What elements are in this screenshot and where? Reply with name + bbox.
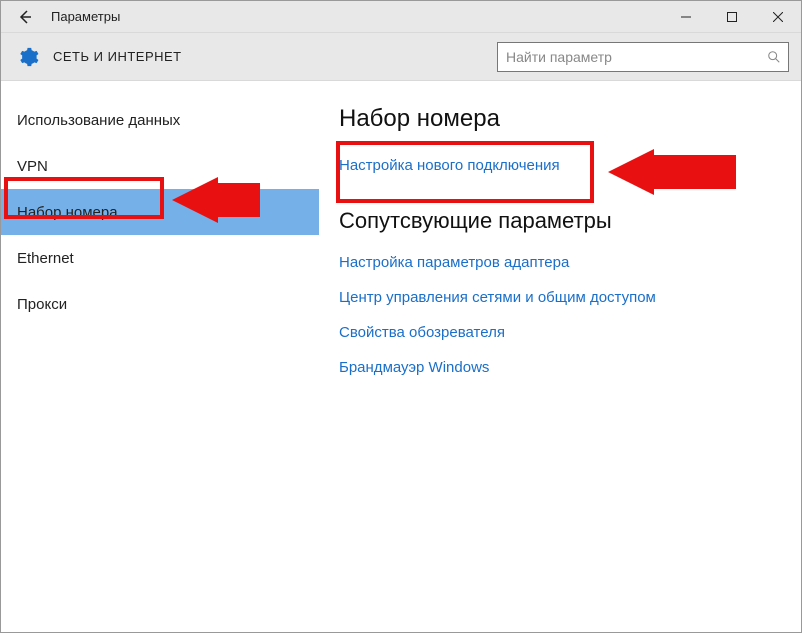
back-arrow-icon (17, 9, 33, 25)
link-new-connection[interactable]: Настройка нового подключения (339, 157, 781, 174)
sidebar-item-label: Использование данных (17, 112, 180, 129)
maximize-icon (727, 12, 737, 22)
sidebar-item-label: Прокси (17, 296, 67, 313)
sidebar-item-ethernet[interactable]: Ethernet (1, 235, 319, 281)
sidebar-item-dialup[interactable]: Набор номера (1, 189, 319, 235)
gear-icon (15, 44, 41, 70)
sidebar-item-data-usage[interactable]: Использование данных (1, 97, 319, 143)
maximize-button[interactable] (709, 1, 755, 33)
section-title: СЕТЬ И ИНТЕРНЕТ (53, 49, 497, 64)
page-heading: Набор номера (339, 105, 781, 133)
settings-window: Параметры СЕТЬ И ИНТЕРНЕТ (0, 0, 802, 633)
close-icon (773, 12, 783, 22)
sidebar-item-vpn[interactable]: VPN (1, 143, 319, 189)
sidebar-item-label: Ethernet (17, 250, 74, 267)
sidebar-item-label: Набор номера (17, 204, 118, 221)
sidebar-item-proxy[interactable]: Прокси (1, 281, 319, 327)
search-icon (766, 49, 782, 65)
search-box[interactable] (497, 42, 789, 72)
content: Набор номера Настройка нового подключени… (319, 81, 801, 632)
close-button[interactable] (755, 1, 801, 33)
minimize-button[interactable] (663, 1, 709, 33)
link-network-sharing-center[interactable]: Центр управления сетями и общим доступом (339, 289, 781, 306)
minimize-icon (681, 12, 691, 22)
link-adapter-settings[interactable]: Настройка параметров адаптера (339, 254, 781, 271)
link-internet-options[interactable]: Свойства обозревателя (339, 324, 781, 341)
subheader: СЕТЬ И ИНТЕРНЕТ (1, 33, 801, 81)
sidebar: Использование данных VPN Набор номера Et… (1, 81, 319, 632)
body: Использование данных VPN Набор номера Et… (1, 81, 801, 632)
back-button[interactable] (9, 1, 41, 33)
search-input[interactable] (506, 49, 766, 65)
related-heading: Сопутсвующие параметры (339, 208, 781, 234)
window-controls (663, 1, 801, 33)
link-windows-firewall[interactable]: Брандмауэр Windows (339, 359, 781, 376)
window-title: Параметры (41, 9, 663, 24)
sidebar-item-label: VPN (17, 158, 48, 175)
titlebar: Параметры (1, 1, 801, 33)
